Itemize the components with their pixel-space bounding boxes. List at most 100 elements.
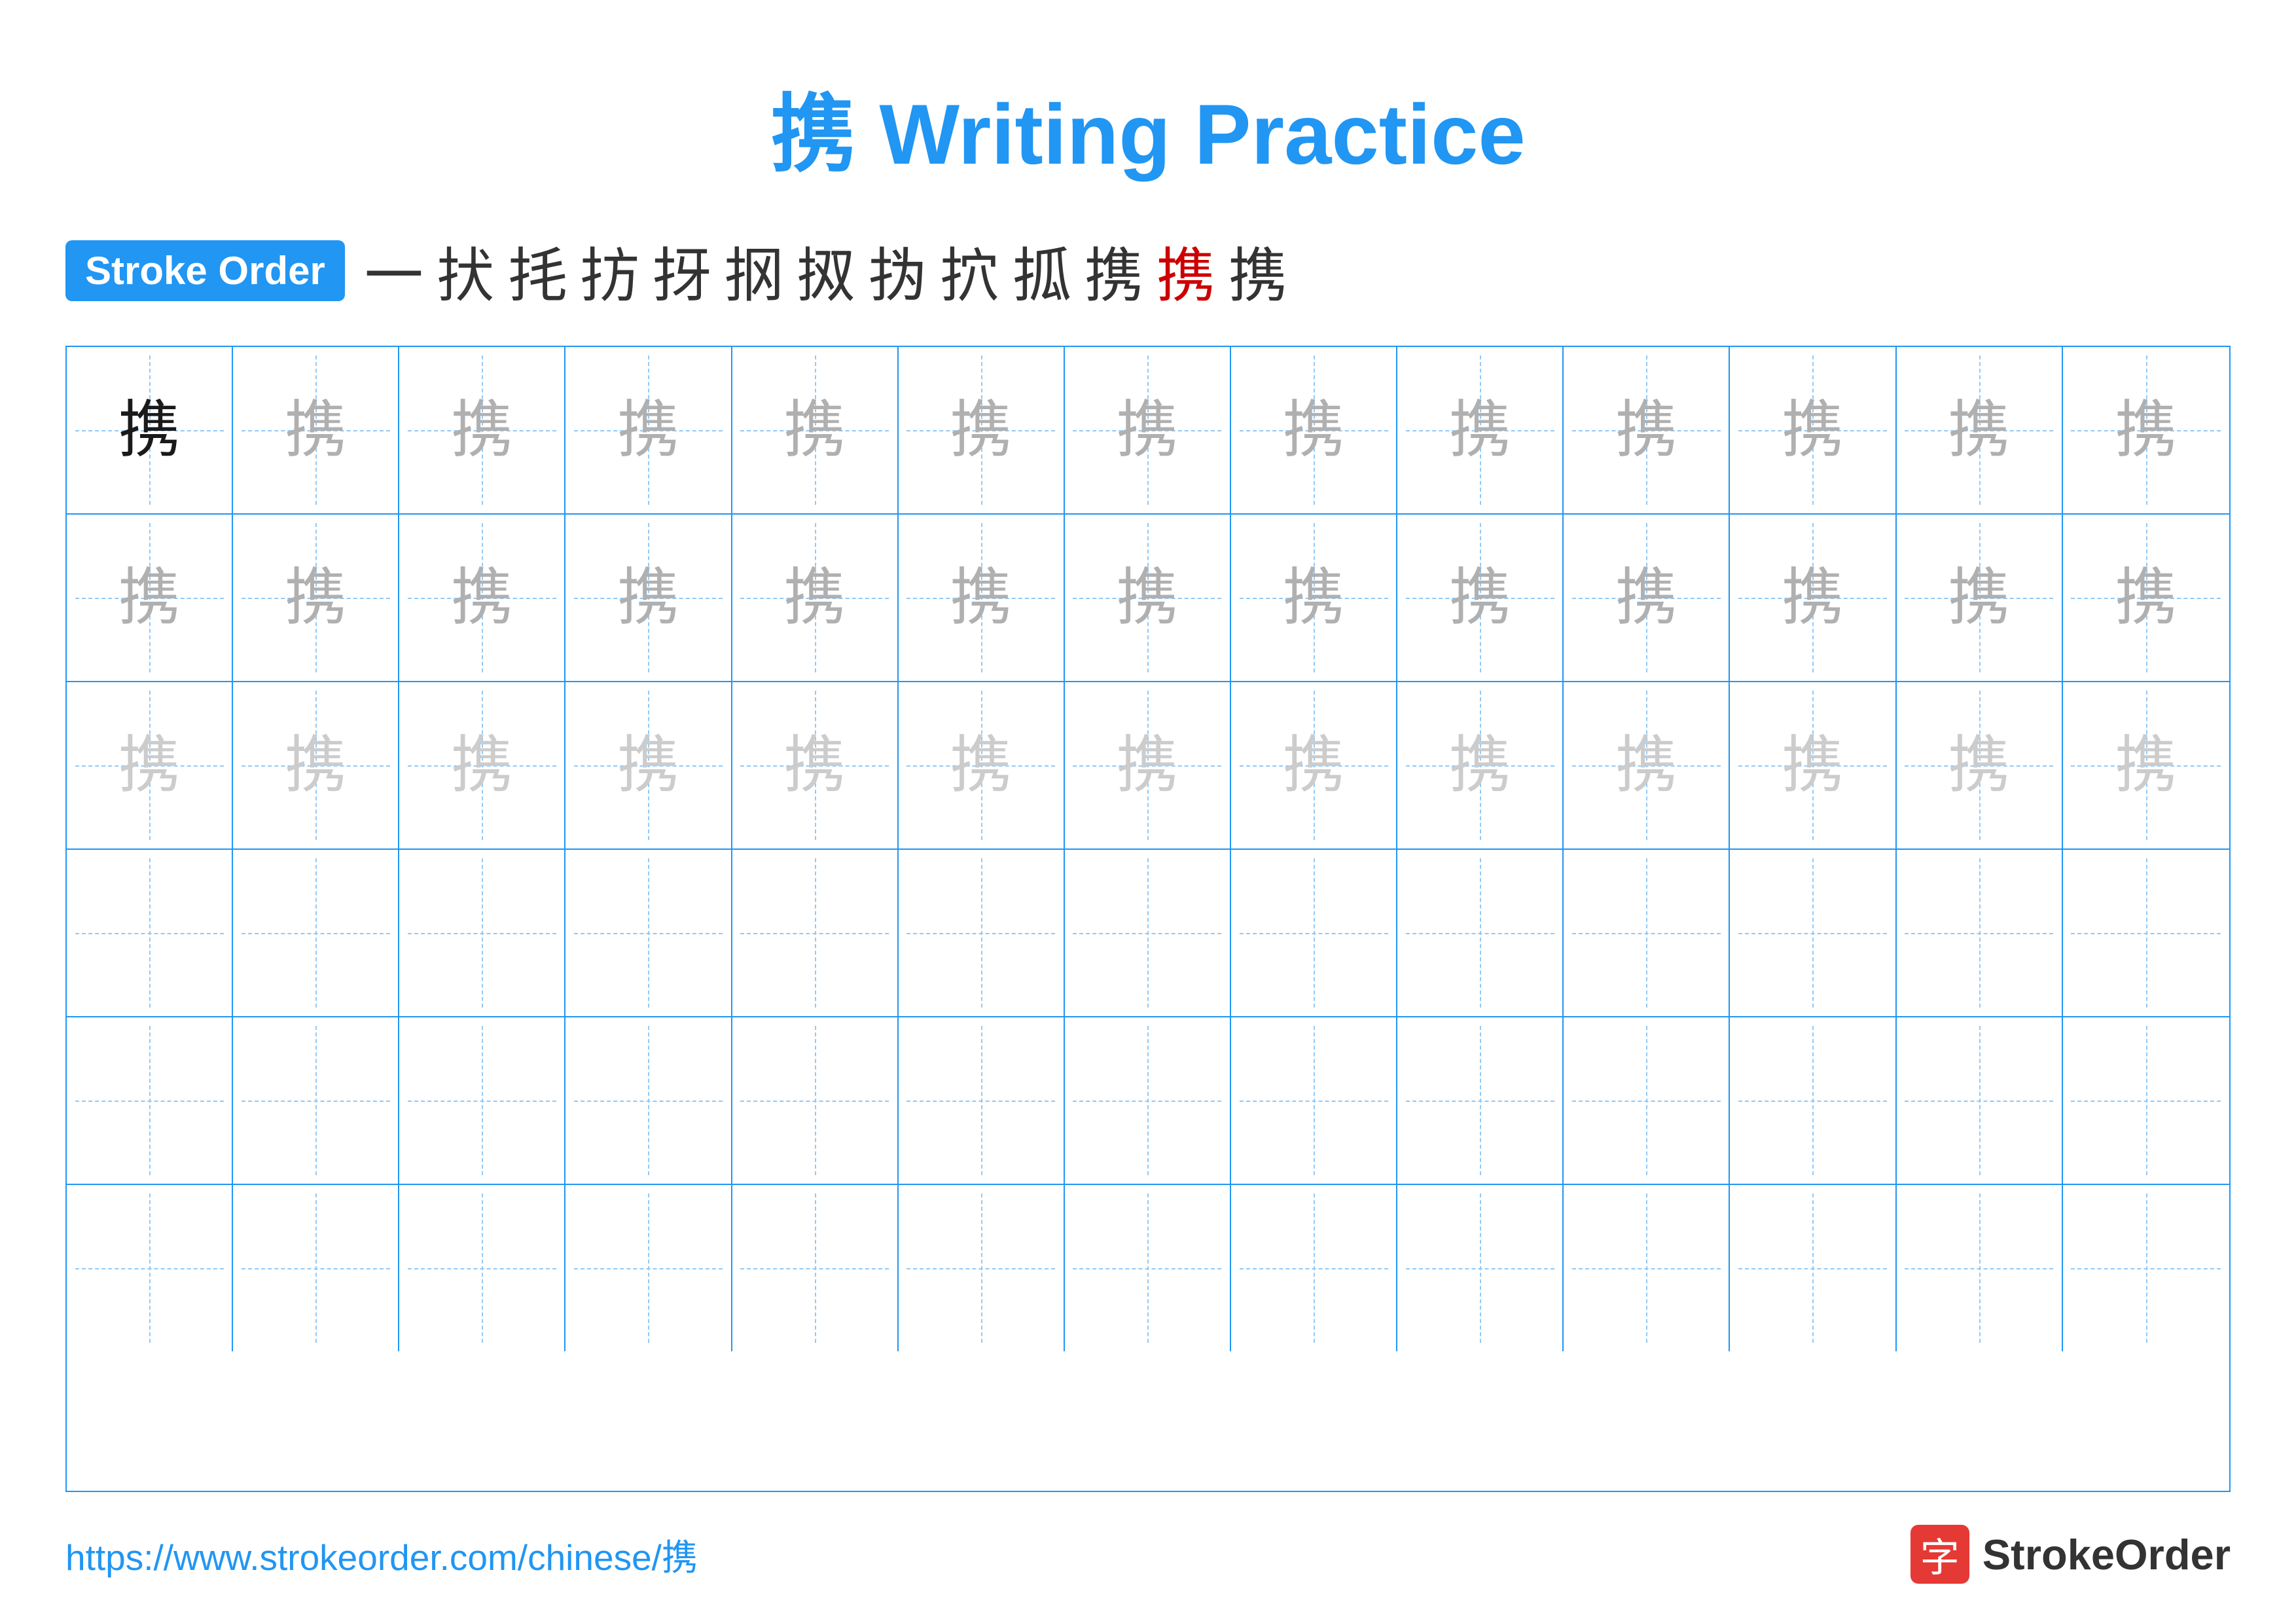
cell-6-6[interactable] — [899, 1185, 1065, 1351]
cell-5-7[interactable] — [1065, 1017, 1231, 1184]
cell-4-2[interactable] — [233, 850, 399, 1016]
cell-2-8[interactable]: 携 — [1231, 515, 1397, 681]
cell-5-8[interactable] — [1231, 1017, 1397, 1184]
practice-grid: 携 携 携 携 — [65, 346, 2231, 1492]
cell-1-3[interactable]: 携 — [399, 347, 565, 513]
cell-4-10[interactable] — [1564, 850, 1730, 1016]
cell-4-8[interactable] — [1231, 850, 1397, 1016]
cell-5-5[interactable] — [732, 1017, 899, 1184]
cell-6-9[interactable] — [1397, 1185, 1564, 1351]
cell-5-13[interactable] — [2063, 1017, 2229, 1184]
footer-logo: 字 StrokeOrder — [1910, 1525, 2231, 1584]
cell-3-1[interactable]: 携 — [67, 682, 233, 848]
cell-2-10[interactable]: 携 — [1564, 515, 1730, 681]
cell-2-12[interactable]: 携 — [1897, 515, 2063, 681]
stroke-2: 㧋 — [437, 228, 495, 313]
cell-4-11[interactable] — [1730, 850, 1896, 1016]
grid-row-4 — [67, 850, 2229, 1017]
cell-4-12[interactable] — [1897, 850, 2063, 1016]
cell-2-5[interactable]: 携 — [732, 515, 899, 681]
cell-3-3[interactable]: 携 — [399, 682, 565, 848]
char-guide: 携 — [1615, 399, 1677, 462]
cell-2-1[interactable]: 携 — [67, 515, 233, 681]
cell-2-9[interactable]: 携 — [1397, 515, 1564, 681]
cell-2-4[interactable]: 携 — [565, 515, 732, 681]
cell-3-9[interactable]: 携 — [1397, 682, 1564, 848]
char-guide: 携 — [950, 735, 1012, 797]
cell-5-2[interactable] — [233, 1017, 399, 1184]
char-guide: 携 — [950, 567, 1012, 629]
grid-row-6 — [67, 1185, 2229, 1351]
char-guide: 携 — [285, 399, 347, 462]
cell-5-1[interactable] — [67, 1017, 233, 1184]
cell-6-12[interactable] — [1897, 1185, 2063, 1351]
cell-6-4[interactable] — [565, 1185, 732, 1351]
char-guide: 携 — [1782, 735, 1844, 797]
cell-4-1[interactable] — [67, 850, 233, 1016]
cell-4-4[interactable] — [565, 850, 732, 1016]
cell-3-6[interactable]: 携 — [899, 682, 1065, 848]
cell-2-2[interactable]: 携 — [233, 515, 399, 681]
cell-3-7[interactable]: 携 — [1065, 682, 1231, 848]
cell-3-2[interactable]: 携 — [233, 682, 399, 848]
cell-3-13[interactable]: 携 — [2063, 682, 2229, 848]
cell-4-7[interactable] — [1065, 850, 1231, 1016]
cell-4-9[interactable] — [1397, 850, 1564, 1016]
cell-1-1[interactable]: 携 — [67, 347, 233, 513]
cell-1-10[interactable]: 携 — [1564, 347, 1730, 513]
cell-6-1[interactable] — [67, 1185, 233, 1351]
stroke-13: 携 — [1229, 228, 1287, 313]
cell-1-9[interactable]: 携 — [1397, 347, 1564, 513]
cell-5-3[interactable] — [399, 1017, 565, 1184]
cell-6-3[interactable] — [399, 1185, 565, 1351]
stroke-3: 㧌 — [509, 228, 567, 313]
cell-3-12[interactable]: 携 — [1897, 682, 2063, 848]
char-guide: 携 — [1283, 735, 1345, 797]
cell-2-7[interactable]: 携 — [1065, 515, 1231, 681]
cell-3-5[interactable]: 携 — [732, 682, 899, 848]
stroke-1: 一 — [365, 228, 423, 313]
cell-2-13[interactable]: 携 — [2063, 515, 2229, 681]
cell-2-11[interactable]: 携 — [1730, 515, 1896, 681]
cell-3-8[interactable]: 携 — [1231, 682, 1397, 848]
stroke-11: 携 — [1085, 228, 1143, 313]
cell-1-6[interactable]: 携 — [899, 347, 1065, 513]
cell-4-3[interactable] — [399, 850, 565, 1016]
cell-5-6[interactable] — [899, 1017, 1065, 1184]
cell-6-2[interactable] — [233, 1185, 399, 1351]
cell-6-8[interactable] — [1231, 1185, 1397, 1351]
cell-2-6[interactable]: 携 — [899, 515, 1065, 681]
cell-6-11[interactable] — [1730, 1185, 1896, 1351]
cell-4-13[interactable] — [2063, 850, 2229, 1016]
cell-3-11[interactable]: 携 — [1730, 682, 1896, 848]
footer-url[interactable]: https://www.strokeorder.com/chinese/携 — [65, 1528, 698, 1580]
cell-1-11[interactable]: 携 — [1730, 347, 1896, 513]
char-guide: 携 — [118, 567, 181, 629]
cell-6-10[interactable] — [1564, 1185, 1730, 1351]
cell-1-5[interactable]: 携 — [732, 347, 899, 513]
cell-1-7[interactable]: 携 — [1065, 347, 1231, 513]
cell-5-11[interactable] — [1730, 1017, 1896, 1184]
cell-4-6[interactable] — [899, 850, 1065, 1016]
footer: https://www.strokeorder.com/chinese/携 字 … — [65, 1525, 2231, 1584]
cell-5-10[interactable] — [1564, 1017, 1730, 1184]
cell-1-8[interactable]: 携 — [1231, 347, 1397, 513]
cell-5-9[interactable] — [1397, 1017, 1564, 1184]
cell-6-13[interactable] — [2063, 1185, 2229, 1351]
cell-3-4[interactable]: 携 — [565, 682, 732, 848]
cell-6-7[interactable] — [1065, 1185, 1231, 1351]
char-guide: 携 — [617, 567, 679, 629]
stroke-6: 㧏 — [725, 228, 783, 313]
cell-2-3[interactable]: 携 — [399, 515, 565, 681]
cell-6-5[interactable] — [732, 1185, 899, 1351]
cell-4-5[interactable] — [732, 850, 899, 1016]
cell-3-10[interactable]: 携 — [1564, 682, 1730, 848]
cell-5-4[interactable] — [565, 1017, 732, 1184]
char-guide: 携 — [451, 567, 513, 629]
cell-1-13[interactable]: 携 — [2063, 347, 2229, 513]
grid-row-5 — [67, 1017, 2229, 1185]
cell-1-12[interactable]: 携 — [1897, 347, 2063, 513]
cell-1-2[interactable]: 携 — [233, 347, 399, 513]
cell-1-4[interactable]: 携 — [565, 347, 732, 513]
cell-5-12[interactable] — [1897, 1017, 2063, 1184]
